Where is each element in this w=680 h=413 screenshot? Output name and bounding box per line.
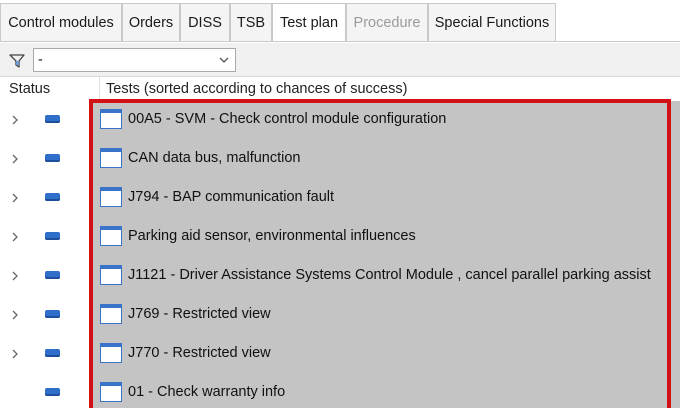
test-window-icon: [100, 187, 122, 207]
tab-label: Test plan: [279, 14, 339, 31]
filter-dropdown-value: -: [38, 52, 43, 68]
test-row[interactable]: J770 - Restricted view: [0, 335, 680, 374]
status-indicator-icon: [45, 193, 60, 201]
status-indicator-icon: [45, 232, 60, 240]
test-label[interactable]: J1121 - Driver Assistance Systems Contro…: [128, 267, 651, 283]
chevron-right-icon[interactable]: [10, 231, 20, 243]
tab-control-modules[interactable]: Control modules: [0, 3, 122, 41]
test-window-icon: [100, 343, 122, 363]
filter-bar: -: [0, 43, 680, 77]
tab-label: Control modules: [8, 14, 114, 31]
test-label[interactable]: Parking aid sensor, environmental influe…: [128, 228, 416, 244]
status-indicator-icon: [45, 115, 60, 123]
status-indicator-icon: [45, 388, 60, 396]
tab-label: TSB: [236, 14, 266, 31]
chevron-right-icon[interactable]: [10, 270, 20, 282]
test-window-icon: [100, 382, 122, 402]
tab-bar: Control modules Orders DISS TSB Test pla…: [0, 0, 680, 42]
test-row[interactable]: 01 - Check warranty info: [0, 374, 680, 413]
test-label[interactable]: J770 - Restricted view: [128, 345, 271, 361]
test-row[interactable]: Parking aid sensor, environmental influe…: [0, 218, 680, 257]
test-row[interactable]: CAN data bus, malfunction: [0, 140, 680, 179]
chevron-right-icon[interactable]: [10, 153, 20, 165]
test-label[interactable]: CAN data bus, malfunction: [128, 150, 300, 166]
tab-orders[interactable]: Orders: [122, 3, 180, 41]
filter-dropdown[interactable]: -: [33, 48, 236, 72]
status-indicator-icon: [45, 349, 60, 357]
test-row[interactable]: J794 - BAP communication fault: [0, 179, 680, 218]
tab-procedure[interactable]: Procedure: [346, 3, 428, 41]
tab-tsb[interactable]: TSB: [230, 3, 272, 41]
test-window-icon: [100, 304, 122, 324]
column-header-status[interactable]: Status: [0, 77, 100, 101]
status-indicator-icon: [45, 271, 60, 279]
test-window-icon: [100, 109, 122, 129]
tab-diss[interactable]: DISS: [180, 3, 230, 41]
test-window-icon: [100, 148, 122, 168]
test-row[interactable]: J769 - Restricted view: [0, 296, 680, 335]
test-label[interactable]: 00A5 - SVM - Check control module config…: [128, 111, 446, 127]
tab-test-plan[interactable]: Test plan: [272, 3, 346, 41]
chevron-right-icon[interactable]: [10, 309, 20, 321]
test-label[interactable]: 01 - Check warranty info: [128, 384, 285, 400]
test-label[interactable]: J794 - BAP communication fault: [128, 189, 334, 205]
test-row[interactable]: J1121 - Driver Assistance Systems Contro…: [0, 257, 680, 296]
chevron-down-icon: [219, 57, 229, 63]
tab-label: Orders: [128, 14, 174, 31]
test-window-icon: [100, 226, 122, 246]
status-indicator-icon: [45, 154, 60, 162]
test-window-icon: [100, 265, 122, 285]
chevron-right-icon[interactable]: [10, 114, 20, 126]
filter-icon[interactable]: [9, 53, 25, 69]
column-header-tests[interactable]: Tests (sorted according to chances of su…: [101, 77, 680, 101]
chevron-right-icon[interactable]: [10, 348, 20, 360]
tab-special-functions[interactable]: Special Functions: [428, 3, 556, 41]
tab-label: DISS: [188, 14, 222, 31]
test-row[interactable]: 00A5 - SVM - Check control module config…: [0, 101, 680, 140]
tab-label: Procedure: [353, 14, 421, 31]
chevron-right-icon[interactable]: [10, 192, 20, 204]
tab-label: Special Functions: [434, 14, 550, 31]
status-indicator-icon: [45, 310, 60, 318]
test-label[interactable]: J769 - Restricted view: [128, 306, 271, 322]
